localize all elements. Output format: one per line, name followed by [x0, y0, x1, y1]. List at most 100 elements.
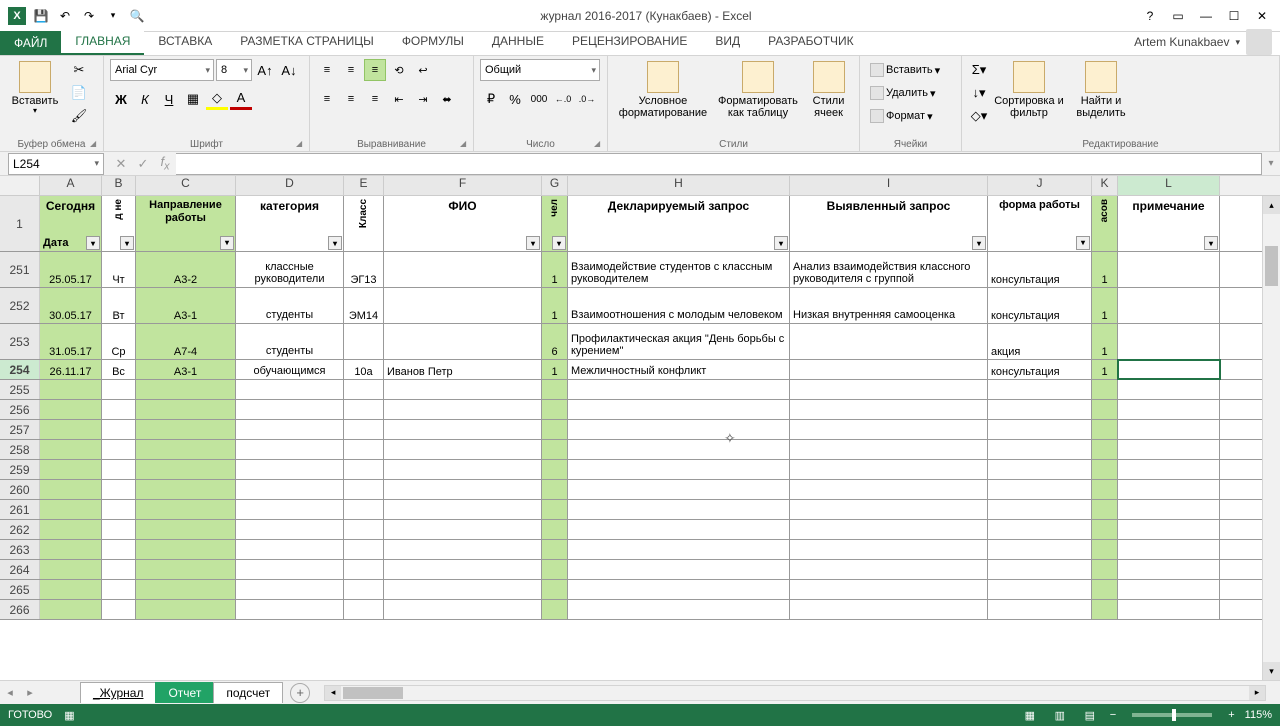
cell-L259[interactable]: [1118, 460, 1220, 479]
cell-I259[interactable]: [790, 460, 988, 479]
cell-A266[interactable]: [40, 600, 102, 619]
cell-I262[interactable]: [790, 520, 988, 539]
cell-K254[interactable]: 1: [1092, 360, 1118, 379]
cell-K266[interactable]: [1092, 600, 1118, 619]
col-header-C[interactable]: C: [136, 176, 236, 195]
cell-K265[interactable]: [1092, 580, 1118, 599]
cell-H261[interactable]: [568, 500, 790, 519]
undo-icon[interactable]: ↶: [54, 5, 76, 27]
cell-L261[interactable]: [1118, 500, 1220, 519]
fill-icon[interactable]: ↓▾: [968, 82, 990, 104]
cell-F265[interactable]: [384, 580, 542, 599]
cell-J257[interactable]: [988, 420, 1092, 439]
save-icon[interactable]: 💾: [30, 5, 52, 27]
cell-L263[interactable]: [1118, 540, 1220, 559]
cell-I266[interactable]: [790, 600, 988, 619]
cell-G255[interactable]: [542, 380, 568, 399]
percent-icon[interactable]: %: [504, 88, 526, 110]
format-cells-button[interactable]: Формат ▾: [866, 105, 937, 127]
col-header-L[interactable]: L: [1118, 176, 1220, 195]
cell-D264[interactable]: [236, 560, 344, 579]
cell-L265[interactable]: [1118, 580, 1220, 599]
cell-G254[interactable]: 1: [542, 360, 568, 379]
col-header-K[interactable]: K: [1092, 176, 1118, 195]
cell-D259[interactable]: [236, 460, 344, 479]
cell-A251[interactable]: 25.05.17: [40, 252, 102, 287]
cell-F257[interactable]: [384, 420, 542, 439]
row-header[interactable]: 254: [0, 360, 40, 379]
cell-C254[interactable]: А3-1: [136, 360, 236, 379]
cell-F264[interactable]: [384, 560, 542, 579]
cell-B252[interactable]: Вт: [102, 288, 136, 323]
merge-cells-icon[interactable]: ⬌: [436, 88, 458, 110]
cell-I255[interactable]: [790, 380, 988, 399]
cell[interactable]: категория▾: [236, 196, 344, 251]
maximize-icon[interactable]: ☐: [1222, 6, 1246, 26]
col-header-D[interactable]: D: [236, 176, 344, 195]
sheet-tab-_Журнал[interactable]: _Журнал: [80, 682, 156, 703]
cell-A254[interactable]: 26.11.17: [40, 360, 102, 379]
vscroll-thumb[interactable]: [1265, 246, 1278, 286]
help-icon[interactable]: ?: [1138, 6, 1162, 26]
cell-G261[interactable]: [542, 500, 568, 519]
cell-F253[interactable]: [384, 324, 542, 359]
cell-C253[interactable]: А7-4: [136, 324, 236, 359]
cell-G258[interactable]: [542, 440, 568, 459]
ribbon-tab-формулы[interactable]: ФОРМУЛЫ: [388, 29, 478, 55]
cell-H264[interactable]: [568, 560, 790, 579]
filter-icon[interactable]: ▾: [526, 236, 540, 250]
fx-icon[interactable]: fx: [154, 153, 176, 175]
cell-D258[interactable]: [236, 440, 344, 459]
paste-button[interactable]: Вставить▾: [6, 59, 64, 131]
cell-G265[interactable]: [542, 580, 568, 599]
cell-B262[interactable]: [102, 520, 136, 539]
cell-K261[interactable]: [1092, 500, 1118, 519]
cell-D263[interactable]: [236, 540, 344, 559]
cell-K259[interactable]: [1092, 460, 1118, 479]
row-header[interactable]: 1: [0, 196, 40, 251]
row-header[interactable]: 261: [0, 500, 40, 519]
close-icon[interactable]: ✕: [1250, 6, 1274, 26]
cell-L264[interactable]: [1118, 560, 1220, 579]
hscroll-left-icon[interactable]: ◂: [325, 686, 341, 700]
cell-G257[interactable]: [542, 420, 568, 439]
cell-E257[interactable]: [344, 420, 384, 439]
number-dialog-icon[interactable]: ◢: [594, 139, 604, 149]
cell-D253[interactable]: студенты: [236, 324, 344, 359]
cell-I252[interactable]: Низкая внутренняя самооценка: [790, 288, 988, 323]
cell-D255[interactable]: [236, 380, 344, 399]
ribbon-tab-вставка[interactable]: ВСТАВКА: [144, 29, 226, 55]
cell-H265[interactable]: [568, 580, 790, 599]
cell-I264[interactable]: [790, 560, 988, 579]
align-middle-icon[interactable]: ≡: [340, 59, 362, 81]
cell-B256[interactable]: [102, 400, 136, 419]
cell-K256[interactable]: [1092, 400, 1118, 419]
cell-I258[interactable]: [790, 440, 988, 459]
cell-F259[interactable]: [384, 460, 542, 479]
cell-I254[interactable]: [790, 360, 988, 379]
cell-I257[interactable]: [790, 420, 988, 439]
row-header[interactable]: 255: [0, 380, 40, 399]
cell-C258[interactable]: [136, 440, 236, 459]
cell-F262[interactable]: [384, 520, 542, 539]
col-header-H[interactable]: H: [568, 176, 790, 195]
align-top-icon[interactable]: ≡: [316, 59, 338, 81]
orientation-icon[interactable]: ⟲: [388, 59, 410, 81]
ribbon-tab-данные[interactable]: ДАННЫЕ: [478, 29, 558, 55]
cell-K263[interactable]: [1092, 540, 1118, 559]
col-header-A[interactable]: A: [40, 176, 102, 195]
cell-F263[interactable]: [384, 540, 542, 559]
decrease-font-icon[interactable]: A↓: [278, 59, 300, 81]
cell-D251[interactable]: классные руководители: [236, 252, 344, 287]
increase-decimal-icon[interactable]: ←.0: [552, 88, 574, 110]
filter-icon[interactable]: ▾: [774, 236, 788, 250]
ribbon-tab-главная[interactable]: ГЛАВНАЯ: [61, 29, 144, 55]
cell-L251[interactable]: [1118, 252, 1220, 287]
ribbon-tab-вид[interactable]: ВИД: [701, 29, 754, 55]
cell-K253[interactable]: 1: [1092, 324, 1118, 359]
align-right-icon[interactable]: ≡: [364, 88, 386, 110]
cell-L260[interactable]: [1118, 480, 1220, 499]
cell-C255[interactable]: [136, 380, 236, 399]
cell-H260[interactable]: [568, 480, 790, 499]
tab-nav-next-icon[interactable]: ▸: [20, 683, 40, 703]
